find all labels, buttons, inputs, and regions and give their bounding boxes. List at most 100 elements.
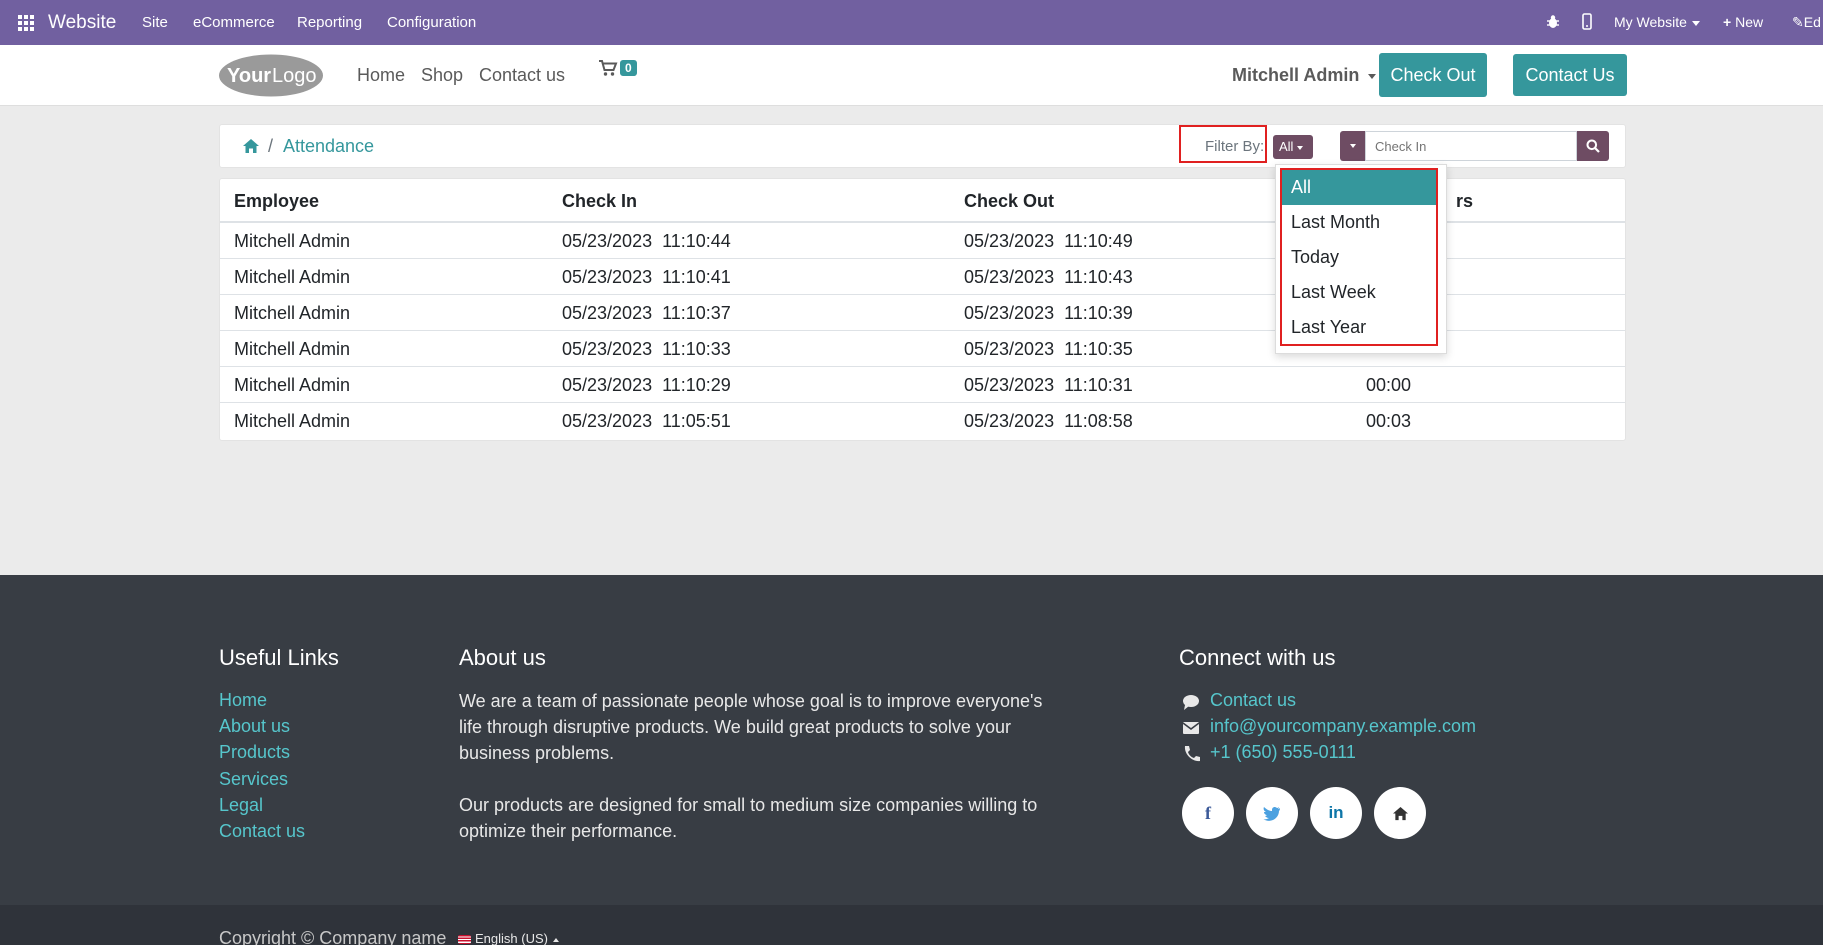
cell-employee: Mitchell Admin: [234, 339, 351, 359]
envelope-icon: [1182, 722, 1200, 734]
useful-links-title: Useful Links: [219, 645, 339, 670]
edit-label: Ed: [1803, 14, 1821, 30]
logo-text-your: Your: [227, 65, 271, 87]
apps-grid-icon[interactable]: [18, 15, 34, 31]
footer-contact-link[interactable]: Contact us: [1210, 690, 1296, 711]
menu-reporting[interactable]: Reporting: [297, 14, 362, 31]
home-icon: [1392, 806, 1408, 820]
contact-us-button[interactable]: Contact Us: [1513, 54, 1627, 96]
connect-title: Connect with us: [1179, 645, 1336, 670]
us-flag-icon: [458, 935, 471, 945]
copyright-text: Copyright © Company name: [219, 928, 447, 945]
about-text-line: We are a team of passionate people whose…: [459, 691, 1043, 711]
about-us-title: About us: [459, 645, 546, 670]
dropdown-highlight-box: [1280, 168, 1438, 346]
cell-hours: 00:03: [1366, 411, 1412, 431]
table-row[interactable]: Mitchell Admin 05/23/2023 11:05:51 05/23…: [220, 403, 1625, 439]
column-check-in[interactable]: Check In: [562, 191, 637, 212]
search-field-toggle[interactable]: [1340, 131, 1365, 161]
twitter-button[interactable]: [1246, 787, 1298, 839]
cell-check-in: 05/23/2023 11:10:37: [562, 303, 731, 323]
bug-icon[interactable]: [1546, 14, 1560, 30]
filter-dropdown-toggle[interactable]: All: [1273, 135, 1313, 159]
new-button[interactable]: + New: [1723, 14, 1763, 30]
cell-check-in: 05/23/2023 11:10:44: [562, 231, 731, 251]
phone-icon: [1184, 746, 1200, 762]
cell-check-in: 05/23/2023 11:10:33: [562, 339, 731, 359]
about-text-line: business problems.: [459, 743, 615, 763]
breadcrumb-attendance[interactable]: Attendance: [283, 136, 374, 157]
comment-icon: [1183, 695, 1199, 710]
footer-link-legal[interactable]: Legal: [219, 795, 263, 816]
language-label: English (US): [475, 931, 548, 945]
cell-employee: Mitchell Admin: [234, 411, 351, 431]
filter-selected-value: All: [1279, 139, 1294, 154]
linkedin-button[interactable]: in: [1310, 787, 1362, 839]
chevron-down-icon: [1349, 144, 1356, 148]
nav-contact-us[interactable]: Contact us: [479, 65, 565, 86]
cell-employee: Mitchell Admin: [234, 375, 351, 395]
search-button[interactable]: [1577, 131, 1609, 161]
home-icon[interactable]: [242, 138, 260, 154]
logo-text-logo: Logo: [272, 65, 317, 87]
cell-check-in: 05/23/2023 11:05:51: [562, 411, 731, 431]
cart-count-badge: 0: [620, 60, 637, 76]
cell-check-out: 05/23/2023 11:08:58: [964, 411, 1133, 431]
footer-link-about-us[interactable]: About us: [219, 716, 290, 737]
mobile-preview-icon[interactable]: [1582, 13, 1592, 30]
edit-button[interactable]: ✎Ed: [1792, 14, 1821, 31]
cell-hours: 00:00: [1366, 375, 1412, 395]
footer-email-link[interactable]: info@yourcompany.example.com: [1210, 716, 1476, 737]
footer-link-contact-us[interactable]: Contact us: [219, 821, 305, 842]
site-logo[interactable]: Your Logo: [218, 53, 324, 98]
footer-phone-link[interactable]: +1 (650) 555-0111: [1210, 742, 1356, 763]
footer-link-services[interactable]: Services: [219, 769, 288, 790]
about-text-line: Our products are designed for small to m…: [459, 795, 1038, 815]
my-website-label: My Website: [1614, 14, 1687, 30]
column-check-out[interactable]: Check Out: [964, 191, 1054, 212]
app-brand[interactable]: Website: [48, 12, 116, 34]
cell-check-out: 05/23/2023 11:10:43: [964, 267, 1133, 287]
filter-by-label: Filter By:: [1205, 138, 1265, 155]
column-employee[interactable]: Employee: [234, 191, 319, 212]
cell-employee: Mitchell Admin: [234, 231, 351, 251]
language-selector[interactable]: English (US): [458, 931, 559, 945]
table-row[interactable]: Mitchell Admin 05/23/2023 11:10:29 05/23…: [220, 367, 1625, 403]
facebook-icon: f: [1205, 802, 1211, 823]
twitter-icon: [1263, 806, 1280, 821]
chevron-down-icon: [1368, 73, 1377, 79]
chevron-down-icon: [1297, 145, 1304, 150]
menu-site[interactable]: Site: [142, 14, 168, 31]
company-home-button[interactable]: [1374, 787, 1426, 839]
column-hours[interactable]: rs: [1456, 191, 1473, 212]
nav-shop[interactable]: Shop: [421, 65, 463, 86]
my-website-switcher[interactable]: My Website: [1614, 14, 1700, 30]
footer-link-products[interactable]: Products: [219, 742, 290, 763]
cell-check-out: 05/23/2023 11:10:35: [964, 339, 1133, 359]
user-menu[interactable]: Mitchell Admin: [1232, 65, 1377, 86]
breadcrumb-separator: /: [268, 136, 274, 156]
user-name: Mitchell Admin: [1232, 65, 1360, 85]
shopping-cart-icon[interactable]: [598, 59, 618, 77]
cell-employee: Mitchell Admin: [234, 267, 351, 287]
menu-ecommerce[interactable]: eCommerce: [193, 14, 275, 31]
menu-configuration[interactable]: Configuration: [387, 14, 476, 31]
pencil-icon: ✎: [1792, 14, 1804, 30]
site-footer: [0, 575, 1823, 905]
cell-check-in: 05/23/2023 11:10:29: [562, 375, 731, 395]
admin-top-bar: Website Site eCommerce Reporting Configu…: [0, 0, 1823, 45]
search-icon: [1586, 139, 1600, 153]
cell-check-in: 05/23/2023 11:10:41: [562, 267, 731, 287]
cell-check-out: 05/23/2023 11:10:49: [964, 231, 1133, 251]
nav-home[interactable]: Home: [357, 65, 405, 86]
check-out-button[interactable]: Check Out: [1379, 53, 1487, 97]
cell-check-out: 05/23/2023 11:10:39: [964, 303, 1133, 323]
linkedin-icon: in: [1328, 803, 1344, 822]
footer-link-home[interactable]: Home: [219, 690, 267, 711]
facebook-button[interactable]: f: [1182, 787, 1234, 839]
site-header: Your Logo Home Shop Contact us 0 Mitchel…: [0, 45, 1823, 106]
new-label: New: [1735, 14, 1764, 30]
search-input[interactable]: [1365, 131, 1577, 161]
chevron-down-icon: [1691, 20, 1700, 26]
about-text-line: optimize their performance.: [459, 821, 678, 841]
